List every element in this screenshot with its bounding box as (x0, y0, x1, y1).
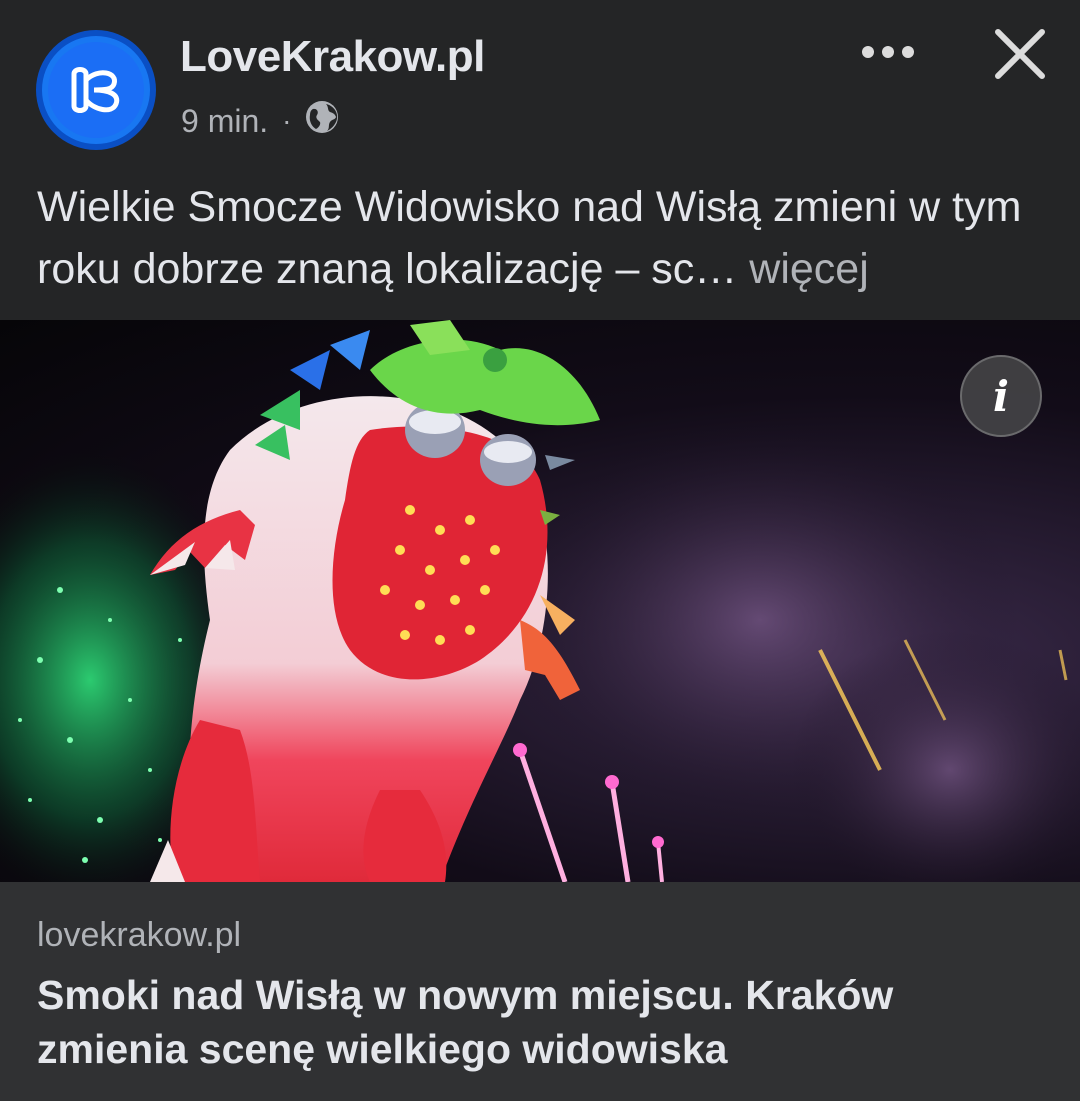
post-header: LoveKrakow.pl 9 min. · (0, 0, 1080, 170)
image-info-button[interactable]: i (960, 355, 1042, 437)
meta-separator: · (282, 105, 292, 136)
post-meta: 9 min. · (181, 100, 339, 142)
link-title[interactable]: Smoki nad Wisłą w nowym miejscu. Kraków … (37, 968, 1037, 1076)
close-button[interactable] (990, 24, 1050, 84)
page-avatar[interactable] (36, 30, 156, 150)
globe-icon (305, 100, 339, 142)
more-dots-icon (862, 46, 874, 58)
post-image[interactable] (0, 320, 1080, 882)
post-text: Wielkie Smocze Widowisko nad Wisłą zmien… (37, 176, 1047, 300)
see-more-link[interactable]: więcej (749, 245, 869, 293)
page-name[interactable]: LoveKrakow.pl (180, 32, 485, 82)
post-body: Wielkie Smocze Widowisko nad Wisłą zmien… (37, 183, 1022, 293)
more-options-button[interactable] (855, 30, 921, 74)
post-time[interactable]: 9 min. (181, 103, 268, 140)
logo-icon (48, 42, 144, 138)
link-domain: lovekrakow.pl (37, 916, 242, 954)
info-icon: i (993, 371, 1009, 421)
dragon-balloon-fireworks-photo (0, 320, 1080, 882)
close-icon (995, 29, 1045, 79)
